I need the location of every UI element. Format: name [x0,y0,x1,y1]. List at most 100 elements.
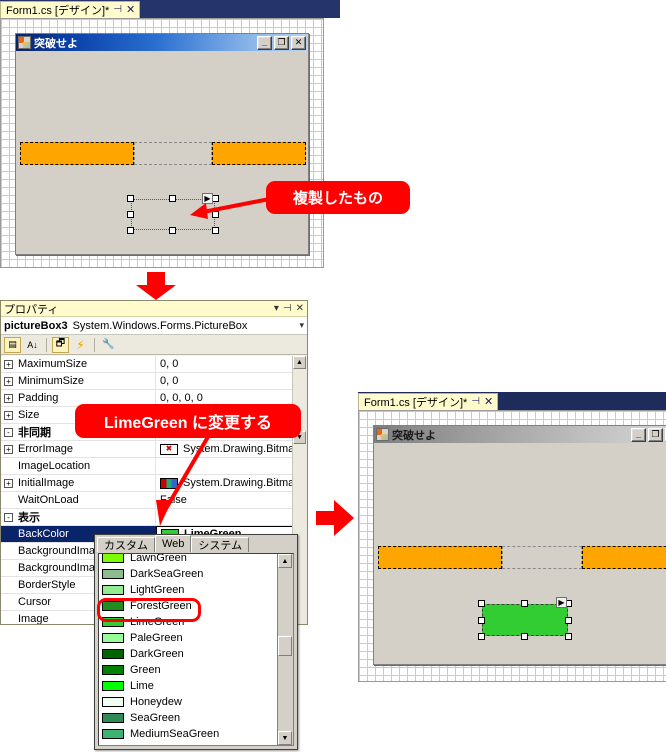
pin-icon[interactable]: ⊣ [283,303,292,314]
color-item[interactable]: Lime [99,678,278,694]
handle-n[interactable] [521,600,528,607]
handle-nw[interactable] [478,600,485,607]
color-list-items[interactable]: LawnGreen DarkSeaGreen LightGreen Forest… [99,554,278,745]
color-list[interactable]: LawnGreen DarkSeaGreen LightGreen Forest… [98,553,294,746]
handle-w[interactable] [478,617,485,624]
close-button[interactable]: ✕ [291,35,306,50]
color-item[interactable]: LightGreen [99,582,278,598]
property-value[interactable]: 0, 0, 0, 0 [156,392,307,404]
maximize-button[interactable]: ❐ [648,427,663,442]
handle-ne[interactable] [212,195,219,202]
property-row[interactable]: + InitialImage System.Drawing.Bitmap [1,475,307,492]
handle-s[interactable] [169,227,176,234]
color-label: DarkGreen [130,648,184,660]
scroll-down-arrow-icon[interactable]: ▼ [278,731,292,745]
pin-icon[interactable]: ⊣ [113,5,122,15]
color-item[interactable]: Honeydew [99,694,278,710]
scrollbar-thumb[interactable] [278,636,292,656]
property-row[interactable]: + ErrorImage ✖ System.Drawing.Bitmap [1,441,307,458]
pin-icon[interactable]: ⊣ [471,397,480,407]
color-item[interactable]: PaleGreen [99,630,278,646]
expander-icon[interactable]: + [1,410,16,420]
color-swatch [102,554,124,563]
expander-icon[interactable]: + [1,359,16,369]
picturebox-2-empty[interactable] [502,546,582,569]
property-value-wrap[interactable]: System.Drawing.Bitmap [156,477,307,489]
events-button[interactable]: ⚡ [72,337,89,353]
color-item[interactable]: LawnGreen [99,554,278,566]
close-icon[interactable]: ✕ [126,4,135,16]
close-icon[interactable]: ✕ [484,396,493,408]
handle-s[interactable] [521,633,528,640]
property-value-wrap[interactable]: ✖ System.Drawing.Bitmap [156,443,307,455]
property-row[interactable]: + MinimumSize 0, 0 [1,373,307,390]
limegreen-picturebox[interactable] [482,604,568,636]
property-row[interactable]: WaitOnLoad False [1,492,307,509]
property-row[interactable]: + MaximumSize 0, 0 [1,356,307,373]
tab-custom[interactable]: カスタム [97,537,155,552]
property-value[interactable]: False [156,494,307,506]
expander-icon[interactable]: + [1,444,16,454]
handle-e[interactable] [565,617,572,624]
tab-system[interactable]: システム [191,537,250,552]
property-category-row[interactable]: - 表示 [1,509,307,526]
scroll-up-arrow-icon[interactable]: ▲ [293,356,306,369]
smart-tag-icon[interactable]: ▶ [556,597,567,608]
smart-tag-icon[interactable]: ▶ [202,193,213,204]
expander-icon[interactable]: - [1,427,16,437]
callout-change-to-limegreen: LimeGreen に変更する [75,404,301,438]
color-item[interactable]: DarkGreen [99,646,278,662]
property-row[interactable]: ImageLocation [1,458,307,475]
categorized-button[interactable]: ▤ [4,336,21,353]
properties-button[interactable]: 🗗 [52,336,69,353]
minimize-button[interactable]: _ [257,35,272,50]
selected-picturebox-copy[interactable]: ▶ [127,193,219,234]
property-value[interactable]: 0, 0 [156,375,307,387]
property-pages-button[interactable]: 🔧 [100,337,117,353]
handle-sw[interactable] [127,227,134,234]
expander-icon[interactable]: - [1,512,16,522]
minimize-button[interactable]: _ [631,427,646,442]
toolbar-separator-1 [46,337,47,352]
tab-form1-designer-result[interactable]: Form1.cs [デザイン]* ⊣ ✕ [358,393,499,410]
picturebox-3-orange[interactable] [212,142,306,165]
properties-object-selector[interactable]: pictureBox3 System.Windows.Forms.Picture… [1,317,307,335]
tab-form1-designer-top[interactable]: Form1.cs [デザイン]* ⊣ ✕ [0,1,141,18]
handle-se[interactable] [212,227,219,234]
expander-icon[interactable]: + [1,478,16,488]
color-item[interactable]: SpringGreen [99,742,278,745]
maximize-button[interactable]: ❐ [274,35,289,50]
result-winform-buttons: _ ❐ ✕ [631,427,666,442]
expander-icon[interactable]: + [1,393,16,403]
handle-n[interactable] [169,195,176,202]
color-item[interactable]: DarkSeaGreen [99,566,278,582]
tab-web[interactable]: Web [155,535,192,552]
handle-se[interactable] [565,633,572,640]
property-value[interactable]: 0, 0 [156,358,307,370]
color-item[interactable]: SeaGreen [99,710,278,726]
color-list-scrollbar[interactable]: ▲ ▼ [277,554,293,745]
handle-w[interactable] [127,211,134,218]
expander-icon[interactable]: + [1,376,16,386]
color-item[interactable]: MediumSeaGreen [99,726,278,742]
result-winform-window[interactable]: 突破せよ _ ❐ ✕ ▶ [373,425,666,665]
scroll-up-arrow-icon[interactable]: ▲ [278,554,292,568]
picturebox-1[interactable] [378,546,502,569]
color-item[interactable]: Green [99,662,278,678]
picturebox-1[interactable] [20,142,134,165]
top-winform-window[interactable]: 突破せよ _ ❐ ✕ ▶ [15,33,309,255]
selected-picturebox-limegreen[interactable]: ▶ [478,597,572,640]
picturebox-2-empty[interactable] [134,142,212,165]
handle-e[interactable] [212,211,219,218]
properties-toolbar: ▤ A↓ 🗗 ⚡ 🔧 [1,335,307,355]
maximize-glyph: ❐ [277,37,286,47]
down-arrow-icon [136,272,176,300]
close-icon[interactable]: ✕ [296,303,304,314]
chevron-down-icon[interactable]: ▾ [299,320,304,331]
color-dropdown-panel[interactable]: カスタム Web システム LawnGreen DarkSeaGreen Lig… [94,534,298,750]
handle-sw[interactable] [478,633,485,640]
picturebox-3-orange[interactable] [582,546,666,569]
alphabetical-button[interactable]: A↓ [24,337,41,353]
chevron-down-icon[interactable]: ▾ [274,303,279,314]
handle-nw[interactable] [127,195,134,202]
